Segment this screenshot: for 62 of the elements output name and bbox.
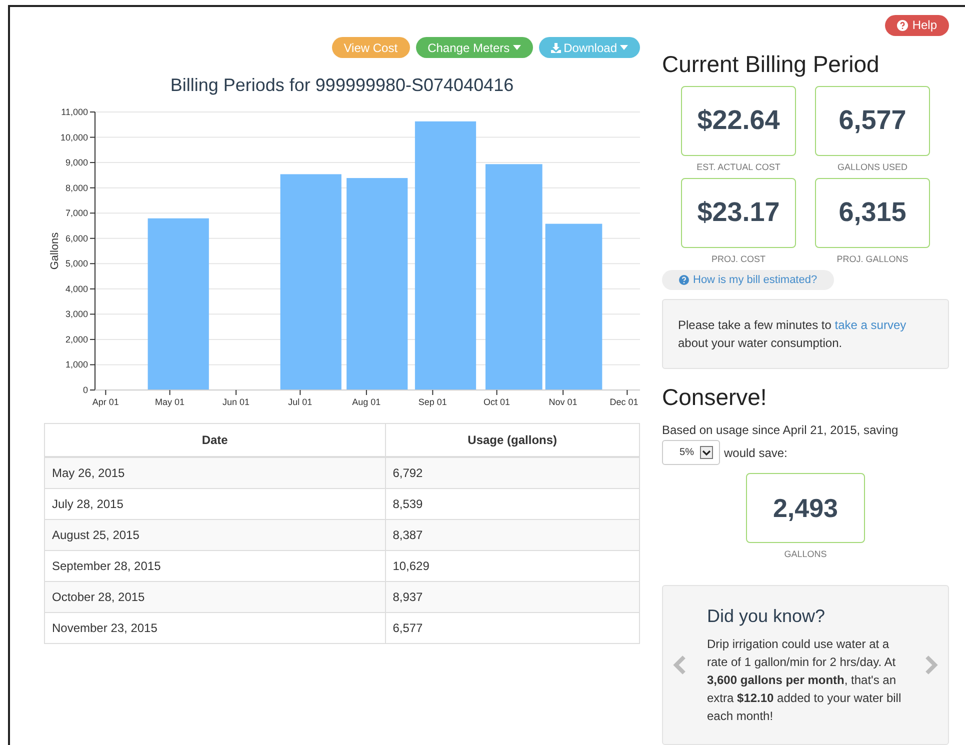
percent-dropdown[interactable]: 5%: [662, 440, 720, 466]
table-cell: November 23, 2015: [44, 612, 386, 644]
axis-label: 10,000: [60, 132, 88, 142]
axis-label: 5,000: [65, 258, 88, 269]
table-cell: May 26, 2015: [44, 457, 386, 488]
axis-label: Jun 01: [222, 397, 250, 407]
axis-label: 8,000: [65, 182, 88, 193]
table-cell: 8,387: [385, 520, 640, 550]
tip-title: Did you know?: [707, 606, 826, 628]
savings-card: 2,493: [746, 473, 865, 544]
toolbar-button[interactable]: View Cost: [332, 37, 410, 58]
axis-label: May 01: [155, 397, 185, 407]
stat-card: $23.17: [681, 178, 796, 248]
stat-label: GALLONS: [784, 549, 827, 560]
axis-label: Jul 01: [288, 397, 312, 407]
stat-label: GALLONS USED: [837, 162, 908, 172]
axis-label: Nov 01: [548, 397, 578, 407]
stat-label: EST. ACTUAL COST: [696, 162, 780, 172]
caret-icon: [620, 45, 628, 50]
section-title: Conserve!: [662, 384, 768, 412]
caret-icon: [512, 45, 521, 50]
chevron-right-icon[interactable]: [924, 655, 938, 676]
axis-label: Apr 01: [92, 397, 119, 407]
axis-label: Dec 01: [610, 397, 638, 407]
chart-title: Billing Periods for 999999980-S074040416: [169, 75, 515, 97]
dropdown-button[interactable]: Change Meters: [416, 37, 533, 58]
axis-label: 7,000: [65, 208, 88, 218]
axis-title: Gallons: [49, 232, 61, 270]
question-icon: [897, 20, 908, 31]
axis-label: Sep 01: [418, 397, 447, 407]
axis-label: 11,000: [61, 107, 88, 117]
stat-card: 6,577: [815, 86, 930, 156]
axis-label: 3,000: [65, 309, 88, 320]
axis-label: 4,000: [65, 284, 88, 294]
download-icon: [550, 42, 561, 52]
stat-label: PROJ. COST: [711, 254, 766, 264]
tip-text: Drip irrigation could use water at a rate of 1 gallon/min for 2 hrs/day. At 3,600 gallons per month, that's an extra $12.10 added to your water bill each month!: [707, 636, 902, 726]
axis-label: 2,000: [65, 334, 88, 344]
stat-card: 6,315: [815, 178, 930, 248]
conserve-text: Based on usage since April 21, 2015, saving: [662, 423, 900, 438]
axis-label: Oct 01: [484, 397, 510, 407]
axis-label: 9,000: [65, 158, 88, 168]
conserve-text: would save:: [724, 446, 788, 460]
table-cell: October 28, 2015: [44, 582, 386, 612]
question-icon: [679, 275, 689, 286]
axis-label: Aug 01: [352, 397, 381, 407]
section-title: Current Billing Period: [662, 50, 880, 78]
help-button[interactable]: Help: [885, 15, 949, 36]
table-cell: 6,577: [385, 612, 640, 644]
table-cell: 8,937: [385, 582, 640, 612]
table-cell: August 25, 2015: [44, 520, 386, 550]
stat-label: PROJ. GALLONS: [836, 254, 908, 264]
table-cell: 6,792: [385, 457, 640, 488]
survey-message: Please take a few minutes to take a survey about your water consumption.: [678, 317, 908, 352]
estimate-link[interactable]: How is my bill estimated?: [662, 270, 834, 290]
axis-label: 1,000: [65, 360, 88, 370]
stat-card: $22.64: [681, 86, 796, 156]
axis-label: 0: [82, 385, 88, 395]
axis-label: 6,000: [65, 233, 88, 244]
survey-link[interactable]: take a survey: [834, 318, 906, 332]
chevron-left-icon[interactable]: [673, 655, 687, 676]
download-button[interactable]: Download: [538, 37, 640, 58]
